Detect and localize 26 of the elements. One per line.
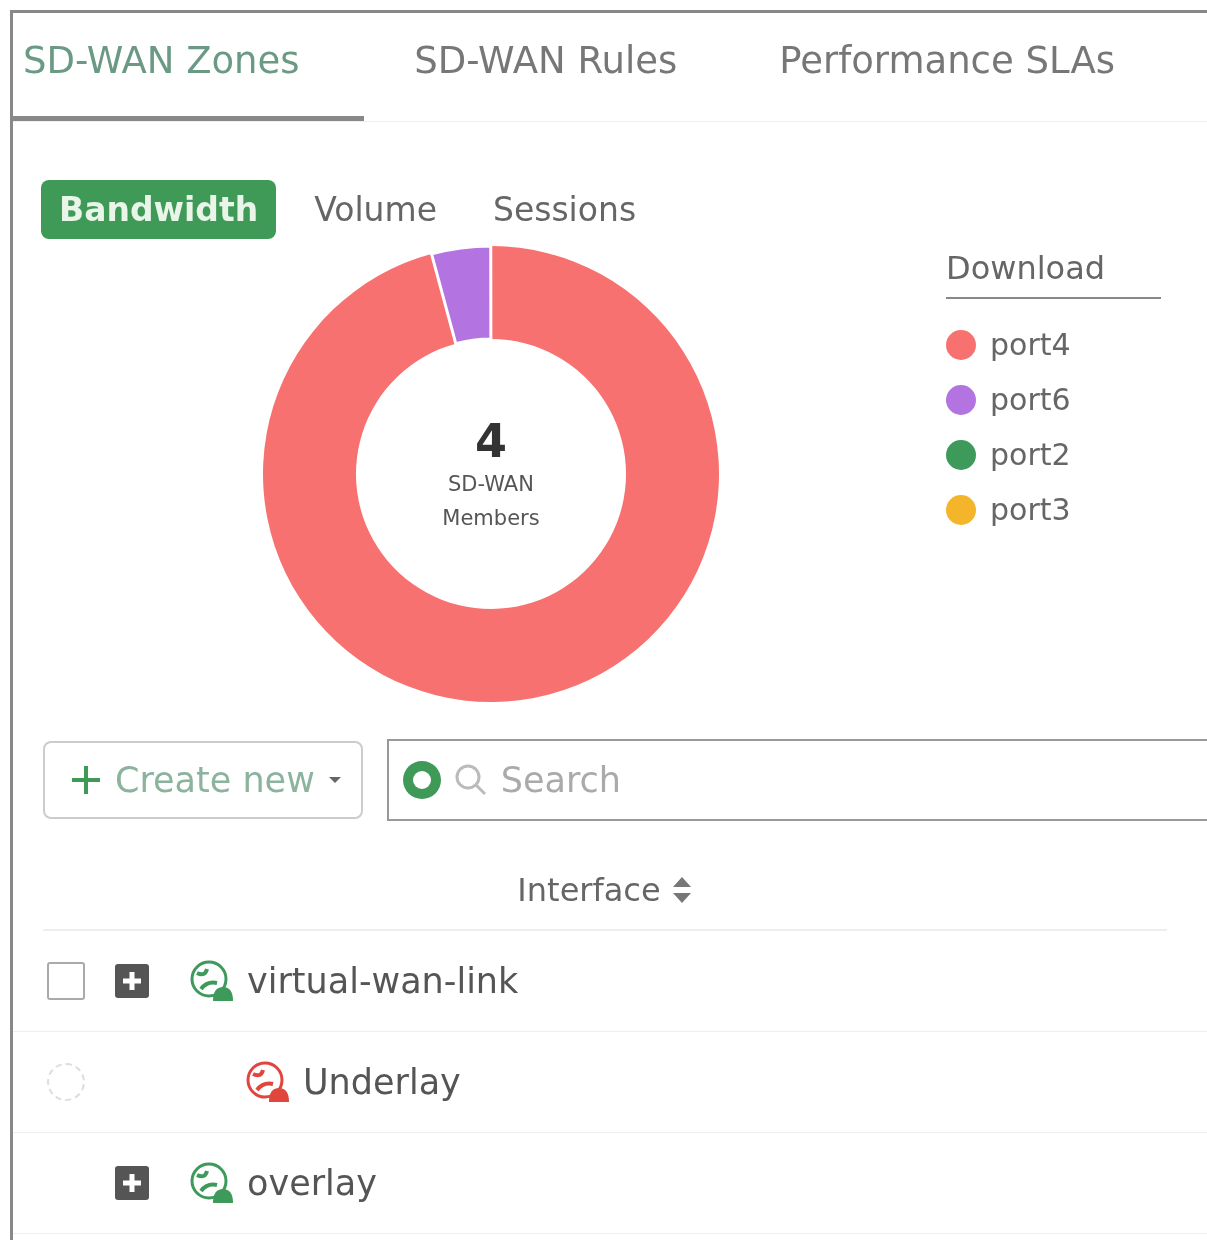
search-bar[interactable]: Search <box>386 739 1207 821</box>
interface-name: Underlay <box>303 1062 461 1102</box>
chart-tab[interactable]: Sessions <box>475 180 655 239</box>
expand-icon[interactable] <box>113 962 151 1000</box>
row-radio[interactable] <box>47 1063 85 1101</box>
tab[interactable]: Performance SLAs <box>769 13 1127 121</box>
legend-title: Download <box>946 249 1161 299</box>
legend-label: port2 <box>990 437 1071 472</box>
legend-label: port3 <box>990 492 1071 527</box>
create-new-button[interactable]: Create new <box>43 741 363 819</box>
ring-icon[interactable] <box>400 759 443 801</box>
tab[interactable]: SD-WAN Zones <box>13 13 365 121</box>
expand-icon[interactable] <box>113 1164 151 1202</box>
count-label: SD-WAN Members <box>441 471 541 532</box>
tab[interactable]: SD-WAN Rules <box>404 13 690 121</box>
column-header[interactable]: Interface <box>517 871 693 909</box>
interface-name: virtual-wan-link <box>247 961 519 1001</box>
plus-icon <box>69 763 103 797</box>
row-checkbox[interactable] <box>47 962 85 1000</box>
sort-icon[interactable] <box>670 875 693 905</box>
member-count: 4 <box>475 414 507 468</box>
legend-label: port6 <box>990 382 1071 417</box>
chart-tab[interactable]: Bandwidth <box>41 180 277 239</box>
interface-name: overlay <box>247 1163 377 1203</box>
chart-tab[interactable]: Volume <box>296 180 455 239</box>
legend-label: port4 <box>990 327 1071 362</box>
